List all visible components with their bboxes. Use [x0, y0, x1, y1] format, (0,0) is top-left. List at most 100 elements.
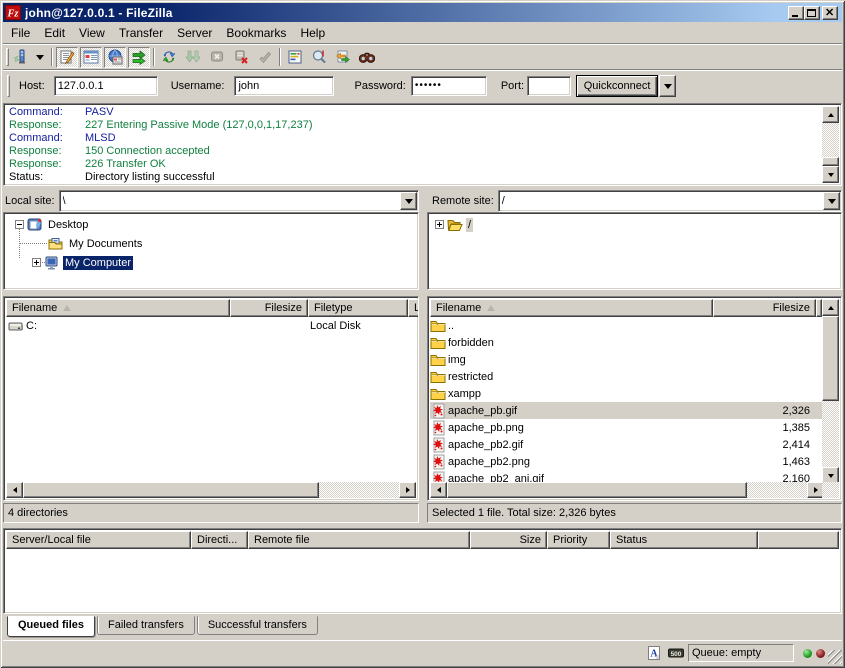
tab-queued-files[interactable]: Queued files [7, 616, 95, 637]
refresh-button[interactable] [158, 47, 180, 68]
expand-expander[interactable] [32, 258, 41, 267]
menu-transfer[interactable]: Transfer [112, 23, 170, 43]
local-tree-icon [83, 49, 99, 65]
menu-bar: FileEditViewTransferServerBookmarksHelp [3, 22, 842, 43]
toggle-queue-button[interactable] [128, 47, 150, 68]
column-header-remote-file[interactable]: Remote file [248, 531, 470, 549]
synchronized-browsing-button[interactable] [332, 47, 354, 68]
menu-server[interactable]: Server [170, 23, 219, 43]
log-line-label: Status: [9, 171, 85, 183]
maximize-button[interactable] [804, 6, 820, 20]
ascii-type-icon [646, 645, 662, 661]
toggle-remote-tree-button[interactable] [104, 47, 126, 68]
find-files-button[interactable] [356, 47, 378, 68]
expand-expander[interactable] [435, 220, 444, 229]
file-row[interactable]: apache_pb2.gif 2,414 [430, 436, 822, 453]
dropdown-arrow-icon [405, 199, 413, 204]
file-row[interactable]: img [430, 351, 822, 368]
tree-item-label-selected: My Computer [63, 256, 133, 270]
scroll-thumb[interactable] [23, 482, 319, 498]
column-header-filename[interactable]: Filename [6, 299, 230, 317]
menu-file[interactable]: File [4, 23, 37, 43]
process-queue-button[interactable] [182, 47, 204, 68]
tree-item-my-computer[interactable]: My Computer [32, 253, 133, 272]
file-row[interactable]: apache_pb2.png 1,463 [430, 453, 822, 470]
scroll-thumb[interactable] [822, 316, 839, 401]
image-file-icon [430, 420, 446, 436]
compare-directories-button[interactable] [308, 47, 330, 68]
tab-failed-transfers[interactable]: Failed transfers [97, 616, 195, 635]
port-input[interactable] [527, 76, 571, 96]
column-header-direction[interactable]: Directi... [191, 531, 248, 549]
scroll-left-button[interactable] [6, 482, 23, 498]
collapse-expander[interactable] [15, 220, 24, 229]
resize-grip[interactable] [828, 650, 842, 664]
quickconnect-grip[interactable] [7, 75, 10, 97]
column-header-label: Size [520, 534, 541, 546]
close-button[interactable]: ✕ [822, 6, 838, 20]
password-input[interactable]: •••••• [411, 76, 487, 96]
column-header-filetype[interactable]: Filetype [308, 299, 408, 317]
remote-site-dropdown-button[interactable] [823, 192, 840, 210]
remote-list-vscrollbar[interactable] [822, 299, 839, 484]
host-input[interactable]: 127.0.0.1 [54, 76, 158, 96]
column-header-size[interactable]: Size [470, 531, 547, 549]
column-header-server-local-file[interactable]: Server/Local file [6, 531, 191, 549]
cancel-button[interactable] [206, 47, 228, 68]
scroll-left-button[interactable] [430, 482, 447, 498]
username-input[interactable]: john [234, 76, 334, 96]
reconnect-button[interactable] [254, 47, 276, 68]
log-scrollbar[interactable] [822, 106, 839, 183]
file-row[interactable]: forbidden [430, 334, 822, 351]
file-row[interactable]: restricted [430, 368, 822, 385]
tree-item-root[interactable]: / [435, 215, 473, 234]
disconnect-button[interactable] [230, 47, 252, 68]
tree-item-label: My Documents [67, 237, 144, 251]
scroll-down-button[interactable] [822, 166, 839, 183]
transfer-type-indicator[interactable] [644, 645, 663, 661]
menu-bookmarks[interactable]: Bookmarks [219, 23, 293, 43]
log-line: Status:Directory listing successful [9, 171, 822, 183]
scroll-right-button[interactable] [399, 482, 416, 498]
file-row[interactable]: apache_pb.png 1,385 [430, 419, 822, 436]
tree-item-desktop[interactable]: Desktop [15, 215, 90, 234]
column-header-status[interactable]: Status [610, 531, 758, 549]
log-line-text: MLSD [85, 132, 116, 145]
scroll-thumb[interactable] [447, 482, 747, 498]
column-header-label: Priority [553, 534, 587, 546]
speed-limits-indicator[interactable] [666, 645, 685, 661]
file-row-c-drive[interactable]: C: Local Disk [6, 317, 416, 334]
toggle-message-log-button[interactable] [56, 47, 78, 68]
remote-site-combobox[interactable]: / [498, 190, 842, 212]
menu-help[interactable]: Help [293, 23, 332, 43]
site-manager-dropdown[interactable] [31, 46, 49, 68]
sort-ascending-icon [63, 305, 71, 311]
quickconnect-dropdown[interactable] [659, 75, 676, 97]
column-header-filename[interactable]: Filename [430, 299, 713, 317]
local-site-combobox[interactable]: \ [59, 190, 419, 212]
toggle-local-tree-button[interactable] [80, 47, 102, 68]
local-status-text: 4 directories [8, 507, 68, 519]
menu-view[interactable]: View [72, 23, 112, 43]
directory-filters-button[interactable] [284, 47, 306, 68]
site-manager-button[interactable] [11, 47, 31, 68]
local-site-dropdown-button[interactable] [400, 192, 417, 210]
scroll-up-button[interactable] [822, 106, 839, 123]
remote-list-hscrollbar[interactable] [430, 482, 824, 498]
scroll-thumb[interactable] [822, 157, 839, 166]
local-list-hscrollbar[interactable] [6, 482, 416, 498]
tab-successful-transfers[interactable]: Successful transfers [197, 616, 318, 635]
column-header-filesize[interactable]: Filesize [230, 299, 308, 317]
file-row[interactable]: .. [430, 317, 822, 334]
column-header-last-modified[interactable]: L [408, 299, 419, 317]
minimize-button[interactable] [788, 6, 804, 20]
menu-edit[interactable]: Edit [37, 23, 72, 43]
column-header-filesize[interactable]: Filesize [713, 299, 816, 317]
toolbar-grip[interactable] [6, 48, 9, 66]
file-row[interactable]: xampp [430, 385, 822, 402]
tree-item-my-documents[interactable]: My Documents [45, 234, 144, 253]
scroll-up-button[interactable] [822, 299, 839, 316]
file-row-selected[interactable]: apache_pb.gif 2,326 [430, 402, 822, 419]
quickconnect-button[interactable]: Quickconnect [576, 75, 658, 97]
column-header-priority[interactable]: Priority [547, 531, 610, 549]
